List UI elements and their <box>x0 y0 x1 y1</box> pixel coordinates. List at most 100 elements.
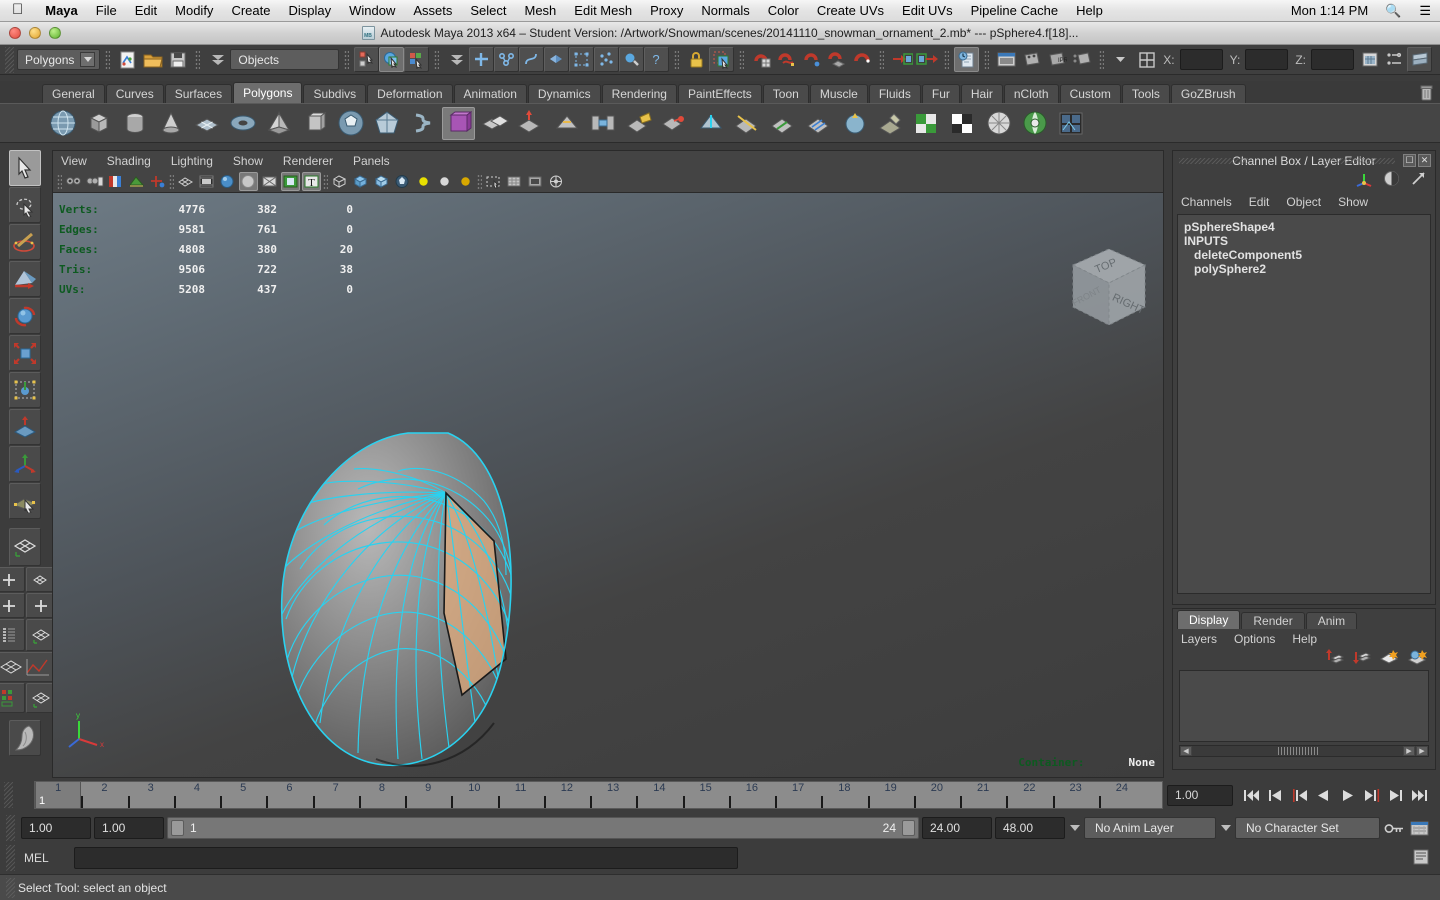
shelf-tab-subdivs[interactable]: Subdivs <box>303 84 367 103</box>
paint-selection-tool[interactable] <box>9 224 41 260</box>
tab-display[interactable]: Display <box>1177 610 1241 629</box>
search-icon[interactable]: 🔍 <box>1376 3 1410 19</box>
menu-edit-mesh[interactable]: Edit Mesh <box>565 0 641 21</box>
surfaces-mask-icon[interactable] <box>544 47 570 72</box>
poly-split-icon[interactable] <box>694 107 727 140</box>
menu-color[interactable]: Color <box>759 0 808 21</box>
menu-maya[interactable]: Maya <box>36 0 87 21</box>
help-line-grip[interactable] <box>6 877 15 898</box>
deformations-mask-icon[interactable] <box>569 47 595 72</box>
scroll-right-arrow[interactable]: ▶ <box>1403 746 1415 756</box>
menu-modify[interactable]: Modify <box>166 0 222 21</box>
poly-bridge-icon[interactable] <box>586 107 619 140</box>
move-tool[interactable] <box>9 261 41 297</box>
shelf-tab-gozbrush[interactable]: GoZBrush <box>1170 84 1246 103</box>
viewport-menu-lighting[interactable]: Lighting <box>171 154 213 168</box>
move-layer-down-icon[interactable] <box>1352 648 1372 670</box>
hypershade-icon[interactable] <box>1069 47 1094 72</box>
go-to-start-icon[interactable] <box>1241 785 1262 806</box>
poly-sphere-icon[interactable] <box>46 107 79 140</box>
current-time-field[interactable]: 1.00 <box>1167 784 1233 806</box>
snap-to-grid-icon[interactable] <box>749 47 774 72</box>
shelf-tab-painteffects[interactable]: PaintEffects <box>677 84 762 103</box>
animation-end-time-field[interactable]: 48.00 <box>995 817 1065 839</box>
highlight-selection-icon[interactable] <box>709 47 735 72</box>
x-coordinate-field[interactable] <box>1179 49 1223 70</box>
toolbar-divider-5[interactable] <box>674 49 680 70</box>
toolbar-divider-3[interactable] <box>344 49 350 70</box>
poly-insert-edge-loop-icon[interactable] <box>766 107 799 140</box>
new-layer-from-selected-icon[interactable] <box>1407 648 1427 670</box>
grid-display-icon[interactable] <box>505 172 524 191</box>
poly-smooth-icon[interactable] <box>838 107 871 140</box>
viewport-menu-shading[interactable]: Shading <box>107 154 151 168</box>
step-forward-frame-icon[interactable] <box>1361 785 1382 806</box>
snap-to-point-icon[interactable] <box>799 47 824 72</box>
tool-settings-toggle-icon[interactable] <box>1410 170 1427 192</box>
status-line-grip[interactable] <box>5 46 14 73</box>
poly-combine-icon[interactable] <box>478 107 511 140</box>
tool-settings-icon[interactable] <box>1382 47 1407 72</box>
poly-append-icon[interactable] <box>622 107 655 140</box>
command-language-label[interactable]: MEL <box>24 851 68 865</box>
poly-torus-icon[interactable] <box>226 107 259 140</box>
step-forward-keyframe-icon[interactable] <box>1385 785 1406 806</box>
lighting-display-icon[interactable]: T <box>302 172 321 191</box>
poly-merge-icon[interactable] <box>658 107 691 140</box>
bookmarks-icon[interactable] <box>106 172 125 191</box>
menu-pipeline-cache[interactable]: Pipeline Cache <box>962 0 1067 21</box>
render-layers-layout[interactable] <box>0 683 25 713</box>
poly-soccer-ball-icon[interactable] <box>334 107 367 140</box>
attribute-editor-toggle-icon[interactable] <box>1383 170 1400 192</box>
shelf-tab-polygons[interactable]: Polygons <box>233 82 303 103</box>
scale-tool[interactable] <box>9 335 41 371</box>
smooth-shade-selected-icon[interactable] <box>218 172 237 191</box>
toolbar-divider[interactable] <box>105 49 111 70</box>
soft-modification-tool[interactable] <box>9 409 41 445</box>
menu-create[interactable]: Create <box>222 0 279 21</box>
xray-active-components-icon[interactable] <box>393 172 412 191</box>
misc-mask-icon[interactable]: ? <box>644 47 670 72</box>
menu-proxy[interactable]: Proxy <box>641 0 692 21</box>
viewport-toolbar-grip[interactable] <box>57 173 62 190</box>
exposure-icon[interactable] <box>547 172 566 191</box>
smooth-shade-all-icon[interactable] <box>197 172 216 191</box>
play-forwards-icon[interactable] <box>1337 785 1358 806</box>
shelf-tab-animation[interactable]: Animation <box>453 84 527 103</box>
shelf-tab-surfaces[interactable]: Surfaces <box>164 84 233 103</box>
channel-box-menu-channels[interactable]: Channels <box>1181 195 1232 209</box>
poly-sculpt-geometry-icon[interactable] <box>874 107 907 140</box>
select-by-hierarchy-icon[interactable] <box>354 47 380 72</box>
scroll-end-arrow[interactable]: ▶ <box>1416 746 1428 756</box>
go-to-end-icon[interactable] <box>1409 785 1430 806</box>
layer-menu-help[interactable]: Help <box>1292 632 1317 646</box>
command-input[interactable] <box>74 846 738 869</box>
zoom-button[interactable] <box>49 27 61 39</box>
apple-logo-icon[interactable]:  <box>0 2 36 17</box>
wireframe-shading-icon[interactable] <box>176 172 195 191</box>
snap-to-projected-center-icon[interactable] <box>824 47 849 72</box>
play-backwards-icon[interactable] <box>1313 785 1334 806</box>
time-slider[interactable]: 1 1 2 3 4 5 6 7 8 9 10 11 12 13 14 15 16 17 18 19 20 21 22 23 2… <box>34 781 1163 809</box>
minimize-button[interactable] <box>29 27 41 39</box>
shelf-tab-rendering[interactable]: Rendering <box>601 84 677 103</box>
xray-joints-icon[interactable] <box>372 172 391 191</box>
menu-help[interactable]: Help <box>1067 0 1112 21</box>
poly-prism-icon[interactable] <box>298 107 331 140</box>
shelf-tab-toon[interactable]: Toon <box>762 84 809 103</box>
toggle-field-icon[interactable] <box>1109 47 1134 72</box>
channel-node-polysphere2[interactable]: polySphere2 <box>1184 262 1424 276</box>
menu-window[interactable]: Window <box>340 0 404 21</box>
list-icon[interactable]: ☰ <box>1410 3 1440 19</box>
anim-layer-selector[interactable]: No Anim Layer <box>1084 817 1216 839</box>
construction-history-icon[interactable] <box>914 47 939 72</box>
save-scene-icon[interactable] <box>165 47 190 72</box>
layer-list-scrollbar[interactable]: ◀ ▶ ▶ <box>1179 745 1429 757</box>
select-mask-menu-icon[interactable] <box>205 47 230 72</box>
twopoint-constraint-icon[interactable] <box>148 172 167 191</box>
hypershade-persp-layout[interactable] <box>0 652 57 682</box>
y-coordinate-field[interactable] <box>1245 49 1289 70</box>
channel-box-node-list[interactable]: pSphereShape4 INPUTS deleteComponent5 po… <box>1177 214 1431 594</box>
tab-anim[interactable]: Anim <box>1305 612 1358 629</box>
channel-box-menu-show[interactable]: Show <box>1338 195 1368 209</box>
